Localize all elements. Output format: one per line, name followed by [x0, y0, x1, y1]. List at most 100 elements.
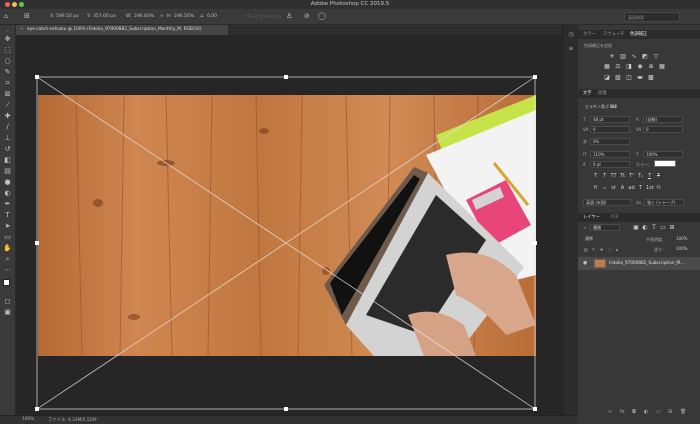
- quick-select-tool-icon[interactable]: ✎: [3, 68, 12, 76]
- opentype-half-button[interactable]: ½: [655, 185, 662, 192]
- search-input[interactable]: 画面検索: [624, 12, 680, 22]
- file-size-info[interactable]: ファイル: 4.33M/5.51M: [48, 417, 96, 423]
- zoom-level[interactable]: 100%: [22, 417, 34, 422]
- vibrance-icon[interactable]: ▽: [652, 53, 660, 60]
- type-tool-icon[interactable]: T: [3, 211, 12, 219]
- threshold-icon[interactable]: ◫: [625, 74, 633, 81]
- filter-pixel-icon[interactable]: ▣: [632, 224, 640, 231]
- subscript-button[interactable]: T₁: [637, 173, 644, 180]
- crop-tool-icon[interactable]: ⌗: [3, 79, 12, 87]
- opacity-field[interactable]: 100%: [674, 236, 696, 243]
- opentype-ad-button[interactable]: ad: [628, 185, 635, 192]
- move-tool-icon[interactable]: ✥: [3, 35, 12, 43]
- eraser-tool-icon[interactable]: ◧: [3, 156, 12, 164]
- layer-style-icon[interactable]: fx: [620, 409, 625, 415]
- brightness-icon[interactable]: ☀: [608, 53, 616, 60]
- eye-icon[interactable]: ◉: [583, 260, 587, 266]
- tab-paths[interactable]: パス: [610, 214, 619, 220]
- all-caps-button[interactable]: TT: [610, 173, 617, 180]
- stamp-tool-icon[interactable]: ⊥: [3, 134, 12, 142]
- opentype-o-button[interactable]: ℴ: [601, 185, 608, 192]
- posterize-icon[interactable]: ▧: [614, 74, 622, 81]
- blend-mode-select[interactable]: 通常: [583, 236, 627, 243]
- fill-field[interactable]: 100%: [674, 246, 696, 253]
- lock-artboard-icon[interactable]: ⬚: [608, 247, 612, 252]
- tab-adjustments[interactable]: 色調補正: [630, 31, 647, 37]
- y-field[interactable]: 357.00 px: [93, 14, 116, 19]
- text-color-swatch[interactable]: [654, 160, 676, 167]
- font-style-select[interactable]: W4: [608, 104, 628, 111]
- screen-mode-icon[interactable]: ▣: [3, 308, 12, 316]
- opentype-t-button[interactable]: T: [637, 185, 644, 192]
- opentype-1st-button[interactable]: 1st: [646, 185, 654, 192]
- lock-pixels-icon[interactable]: ✎: [592, 247, 595, 252]
- color-lookup-icon[interactable]: ▦: [658, 63, 666, 70]
- foreground-color-swatch[interactable]: [3, 279, 10, 286]
- puppet-warp-icon[interactable]: ♙: [286, 12, 292, 20]
- brush-tool-icon[interactable]: ∕: [3, 123, 12, 131]
- canvas-area[interactable]: [16, 35, 562, 415]
- new-group-icon[interactable]: ▭: [656, 409, 661, 415]
- toolbar-collapse-icon[interactable]: «: [3, 27, 12, 35]
- frame-tool-icon[interactable]: ⊠: [3, 90, 12, 98]
- faux-italic-button[interactable]: T: [601, 173, 608, 180]
- properties-panel-icon[interactable]: ≡: [567, 45, 575, 53]
- reference-point-icon[interactable]: ⊞: [24, 12, 30, 20]
- lock-transparency-icon[interactable]: ▨: [584, 247, 588, 252]
- dodge-tool-icon[interactable]: ◐: [3, 189, 12, 197]
- tsume-field[interactable]: 0%: [590, 138, 630, 145]
- antialias-select[interactable]: 強く (シャープ): [644, 199, 684, 206]
- zoom-tool-icon[interactable]: ⌕: [3, 255, 12, 263]
- cancel-transform-icon[interactable]: ⊘: [304, 12, 310, 20]
- rectangle-tool-icon[interactable]: ▭: [3, 233, 12, 241]
- more-tools-icon[interactable]: ⋯: [3, 266, 12, 274]
- healing-brush-tool-icon[interactable]: ✚: [3, 112, 12, 120]
- tracking-field[interactable]: 0: [643, 126, 683, 133]
- color-balance-icon[interactable]: ⚖: [614, 63, 622, 70]
- new-adjustment-icon[interactable]: ◐: [644, 409, 648, 415]
- lasso-tool-icon[interactable]: ○: [3, 57, 12, 65]
- eyedropper-tool-icon[interactable]: ⁄: [3, 101, 12, 109]
- strikethrough-button[interactable]: T: [655, 173, 662, 180]
- kerning-field[interactable]: 0: [590, 126, 630, 133]
- blur-tool-icon[interactable]: ●: [3, 178, 12, 186]
- close-tab-icon[interactable]: ×: [20, 27, 24, 32]
- filter-smart-object-icon[interactable]: ⊞: [668, 224, 676, 231]
- filter-type-icon[interactable]: T: [650, 224, 658, 231]
- selective-color-icon[interactable]: ▩: [647, 74, 655, 81]
- black-white-icon[interactable]: ◨: [625, 63, 633, 70]
- opentype-a-button[interactable]: A: [619, 185, 626, 192]
- lock-position-icon[interactable]: ✥: [600, 247, 603, 252]
- x-field[interactable]: 599.50 px: [56, 14, 79, 19]
- curves-icon[interactable]: ∿: [630, 53, 638, 60]
- status-menu-chevron-icon[interactable]: ›: [96, 417, 98, 422]
- h-field[interactable]: 296.56%: [174, 14, 194, 19]
- exposure-icon[interactable]: ◩: [641, 53, 649, 60]
- layer-mask-icon[interactable]: ◘: [632, 409, 636, 415]
- link-icon[interactable]: ∞: [160, 14, 164, 19]
- document-tab[interactable]: × eye-catch-setsuku @ 100% (Fotolia_9700…: [16, 25, 228, 35]
- gradient-tool-icon[interactable]: ▤: [3, 167, 12, 175]
- font-size-field[interactable]: 48 pt: [590, 116, 630, 123]
- gradient-map-icon[interactable]: ▬: [636, 74, 644, 81]
- delete-layer-icon[interactable]: 🗑︎: [680, 409, 686, 415]
- w-field[interactable]: 296.60%: [134, 14, 154, 19]
- horizontal-scale-field[interactable]: 100%: [643, 151, 683, 158]
- superscript-button[interactable]: T¹: [628, 173, 635, 180]
- tab-color[interactable]: カラー: [583, 31, 596, 37]
- layer-row[interactable]: ◉ Fotolia_97000882_Subscription_M...: [578, 257, 700, 270]
- filter-adjustment-icon[interactable]: ◐: [641, 224, 649, 231]
- channel-mixer-icon[interactable]: ⊕: [647, 63, 655, 70]
- link-layers-icon[interactable]: ∞: [608, 409, 612, 415]
- layer-kind-filter[interactable]: 種類: [590, 224, 620, 231]
- baseline-shift-field[interactable]: 0 pt: [590, 161, 630, 168]
- leading-field[interactable]: (自動): [643, 116, 683, 123]
- underline-button[interactable]: T: [646, 173, 653, 180]
- small-caps-button[interactable]: Tt: [619, 173, 626, 180]
- photo-filter-icon[interactable]: ◉: [636, 63, 644, 70]
- history-brush-tool-icon[interactable]: ↺: [3, 145, 12, 153]
- history-panel-icon[interactable]: ◷: [567, 31, 575, 39]
- faux-bold-button[interactable]: T: [592, 173, 599, 180]
- quick-mask-icon[interactable]: ◻: [3, 297, 12, 305]
- commit-transform-icon[interactable]: ◯: [318, 12, 326, 20]
